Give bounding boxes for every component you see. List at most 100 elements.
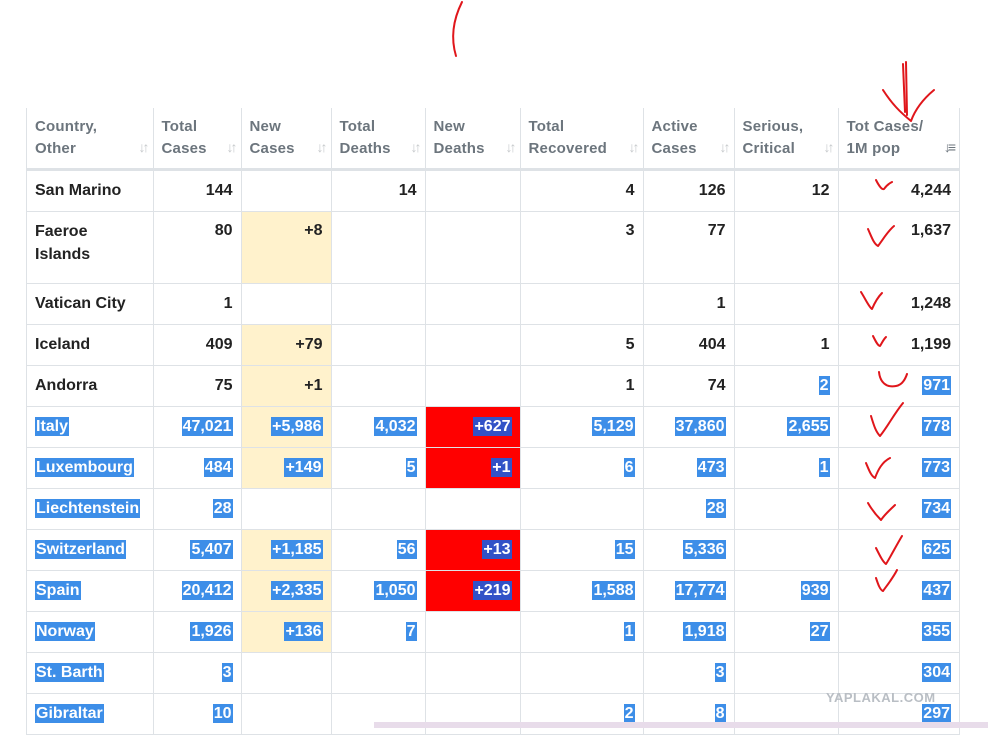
cell-per-million: 971 (838, 365, 959, 407)
cell-per-million: 437 (838, 570, 959, 612)
cell-value: 3 (221, 663, 233, 682)
cell-value: 437 (922, 581, 951, 600)
sort-icon[interactable]: ↓↑ (317, 136, 328, 158)
cell-per-million: 625 (838, 529, 959, 571)
table-row[interactable]: St. Barth 3 3 304 (27, 652, 959, 694)
cell-per-million: 4,244 (838, 169, 959, 212)
cell-value: 1,248 (910, 295, 951, 312)
cell-value: 484 (203, 458, 233, 477)
cell-total-cases: 1,926 (153, 611, 242, 653)
sort-icon[interactable]: ↓↑ (824, 136, 835, 158)
cell-value: 5,336 (683, 540, 726, 559)
column-header-new-deaths[interactable]: New Deaths ↓↑ (425, 108, 521, 171)
cell-new-deaths (425, 365, 521, 407)
table-row[interactable]: Luxembourg 484 +149 5 +1 6 473 1 773 (27, 447, 959, 489)
table-row[interactable]: Andorra 75 +1 1 74 2 971 (27, 365, 959, 407)
cell-value: +1 (304, 377, 323, 394)
cell-value: 1,588 (592, 581, 635, 600)
cell-value: 5 (625, 336, 635, 353)
cell-value: 27 (809, 622, 830, 641)
cell-value: 4,032 (374, 417, 417, 436)
cell-total-deaths (331, 365, 426, 407)
sort-desc-icon[interactable]: ↓≡ (944, 136, 956, 158)
cell-value: +136 (284, 622, 323, 641)
column-header-line1: Serious, (742, 118, 804, 135)
column-header-total-recovered[interactable]: Total Recovered ↓↑ (520, 108, 644, 171)
column-header-new-cases[interactable]: New Cases ↓↑ (241, 108, 332, 171)
table-row[interactable]: Switzerland 5,407 +1,185 56 +13 15 5,336 625 (27, 529, 959, 571)
table-row[interactable]: Faeroe Islands 80 +8 3 77 1,637 (27, 211, 959, 284)
cell-per-million: 778 (838, 406, 959, 448)
cell-value: San Marino (35, 182, 122, 199)
cell-value: 473 (696, 458, 726, 477)
cell-value: +8 (304, 222, 323, 239)
cell-value: 7 (405, 622, 417, 641)
table-row[interactable]: Italy 47,021 +5,986 4,032 +627 5,129 37,860 2,6… (27, 406, 959, 448)
cell-new-deaths (425, 324, 521, 366)
cell-country: Italy (27, 406, 154, 448)
cell-total-cases: 3 (153, 652, 242, 694)
column-header-line2: Deaths (433, 140, 485, 157)
sort-icon[interactable]: ↓↑ (506, 136, 517, 158)
cell-country: Spain (27, 570, 154, 612)
cell-new-deaths: +1 (425, 447, 521, 489)
cell-value: 404 (698, 336, 726, 353)
cell-total-cases: 409 (153, 324, 242, 366)
cell-total-recovered: 5,129 (520, 406, 644, 448)
cell-value: 6 (623, 458, 635, 477)
cell-value: 734 (922, 499, 951, 518)
watermark: YAPLAKAL.COM (826, 690, 936, 705)
cell-serious (734, 488, 839, 530)
cell-value: 1,199 (910, 336, 951, 353)
column-header-per-million[interactable]: Tot Cases/1M pop ↓≡ (838, 108, 959, 171)
table-row[interactable]: San Marino 144 14 4 126 12 4,244 (27, 169, 959, 212)
sort-icon[interactable]: ↓↑ (227, 136, 238, 158)
cell-total-deaths (331, 652, 426, 694)
cell-total-deaths: 14 (331, 169, 426, 212)
column-header-serious[interactable]: Serious, Critical ↓↑ (734, 108, 839, 171)
table-row[interactable]: Vatican City 1 1 1,248 (27, 283, 959, 325)
cell-total-deaths: 4,032 (331, 406, 426, 448)
column-header-line2: Other (35, 140, 77, 157)
cell-value: +2,335 (271, 581, 323, 600)
cell-country: Faeroe Islands (27, 211, 154, 284)
cell-new-cases (241, 169, 332, 212)
table-row[interactable]: Gibraltar 10 2 8 297 (27, 693, 959, 735)
cell-total-recovered: 15 (520, 529, 644, 571)
cell-country: Luxembourg (27, 447, 154, 489)
cell-serious: 27 (734, 611, 839, 653)
cell-serious: 2,655 (734, 406, 839, 448)
cell-active-cases: 37,860 (643, 406, 735, 448)
cell-new-cases: +136 (241, 611, 332, 653)
sort-icon[interactable]: ↓↑ (629, 136, 640, 158)
table-row[interactable]: Spain 20,412 +2,335 1,050 +219 1,588 17,774 939… (27, 570, 959, 612)
cell-new-deaths (425, 211, 521, 284)
cell-total-cases: 5,407 (153, 529, 242, 571)
cell-value: +219 (473, 581, 512, 600)
cell-new-cases: +2,335 (241, 570, 332, 612)
cell-value: 47,021 (181, 417, 233, 436)
cell-value: 971 (922, 376, 951, 395)
cell-value: 75 (214, 377, 233, 394)
column-header-total-cases[interactable]: Total Cases ↓↑ (153, 108, 242, 171)
cell-value: 5,407 (190, 540, 233, 559)
cell-total-recovered: 5 (520, 324, 644, 366)
column-header-country[interactable]: Country, Other ↓↑ (27, 108, 154, 171)
cell-serious (734, 211, 839, 284)
column-header-line1: New (249, 118, 281, 135)
column-header-line2: Deaths (339, 140, 391, 157)
table-row[interactable]: Liechtenstein 28 28 734 (27, 488, 959, 530)
column-header-total-deaths[interactable]: Total Deaths ↓↑ (331, 108, 426, 171)
cell-active-cases: 473 (643, 447, 735, 489)
table-row[interactable]: Iceland 409 +79 5 404 1 1,199 (27, 324, 959, 366)
sort-icon[interactable]: ↓↑ (720, 136, 731, 158)
sort-icon[interactable]: ↓↑ (411, 136, 422, 158)
column-header-active-cases[interactable]: Active Cases ↓↑ (643, 108, 735, 171)
sort-icon[interactable]: ↓↑ (139, 136, 150, 158)
cell-value: 5,129 (592, 417, 635, 436)
cell-new-deaths (425, 693, 521, 735)
table-row[interactable]: Norway 1,926 +136 7 1 1,918 27 355 (27, 611, 959, 653)
cell-value: Spain (35, 581, 81, 600)
cell-serious (734, 529, 839, 571)
cell-new-cases (241, 652, 332, 694)
